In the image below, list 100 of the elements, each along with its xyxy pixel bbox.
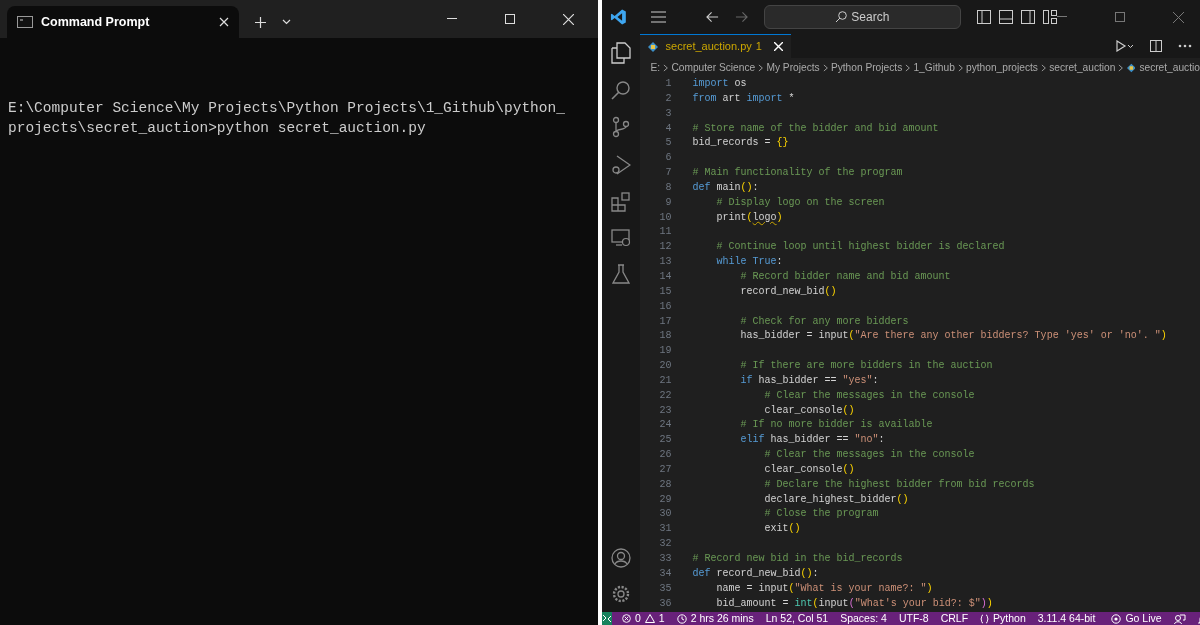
customize-layout-icon[interactable]: [1043, 10, 1057, 24]
braces-icon: [980, 613, 990, 624]
code-line: # Continue loop until highest bidder is declared: [715, 240, 1005, 255]
line-number: 3: [664, 106, 672, 121]
line-number: 7: [664, 166, 672, 181]
breadcrumb-item[interactable]: My Projects: [766, 59, 820, 76]
line-number: 28: [658, 477, 672, 492]
line-number: 12: [658, 240, 672, 255]
settings-icon[interactable]: [610, 584, 631, 604]
terminal-line: projects\secret_auction>python secret_auction.py: [8, 119, 427, 138]
go-live-button[interactable]: Go Live: [1105, 612, 1168, 625]
problems-indicator[interactable]: 0 1: [616, 612, 671, 625]
line-number: 35: [658, 581, 672, 596]
code-line: def main():: [692, 180, 759, 195]
status-item[interactable]: 3.11.4 64-bit: [1031, 612, 1102, 625]
line-number: 15: [658, 284, 672, 299]
breadcrumb-item[interactable]: Python Projects: [830, 59, 903, 76]
code-line: bid_records = {}: [692, 136, 789, 151]
breadcrumb-item[interactable]: E:: [650, 59, 661, 76]
line-number: 34: [658, 566, 672, 581]
line-number: 4: [664, 121, 672, 136]
line-number: 6: [664, 151, 672, 166]
code-line: # Store name of the bidder and bid amount: [692, 121, 939, 136]
line-number: 32: [658, 537, 672, 552]
code-line: declare_highest_bidder(): [763, 492, 909, 507]
line-number: 29: [658, 492, 672, 507]
terminal-line: E:\Computer Science\My Projects\Python Projects\1_Github\python_: [8, 99, 566, 118]
chevron-right-icon: [822, 63, 828, 72]
line-number: 2: [664, 91, 672, 106]
terminal-tab[interactable]: Command Prompt: [7, 6, 239, 38]
language-item[interactable]: Python: [974, 612, 1032, 625]
menu-icon[interactable]: [650, 11, 666, 23]
chevron-right-icon: [758, 63, 764, 72]
flask-icon[interactable]: [611, 264, 630, 284]
code-line: elif has_bidder == "no":: [739, 433, 885, 448]
secondary-sidebar-layout-icon[interactable]: [1021, 10, 1035, 24]
forward-arrow-icon[interactable]: [734, 11, 748, 23]
line-number: 27: [658, 462, 672, 477]
line-number: 13: [658, 255, 672, 270]
code-line: print(logo): [715, 210, 783, 225]
status-item[interactable]: Ln 52, Col 51: [759, 612, 835, 625]
breadcrumb-item[interactable]: python_projects: [966, 59, 1038, 76]
line-number: 18: [658, 329, 672, 344]
app-logo-icon[interactable]: [610, 8, 627, 26]
run-icon[interactable]: [1116, 40, 1134, 52]
breadcrumb-item[interactable]: 1_Github: [913, 59, 955, 76]
code-line: # If there are more bidders in the auction: [739, 359, 993, 374]
tab-title: Command Prompt: [41, 13, 150, 31]
breadcrumb-item[interactable]: Computer Science: [671, 59, 756, 76]
code-line: # Clear the messages in the console: [763, 448, 975, 463]
status-item[interactable]: Spaces: 4: [834, 612, 893, 625]
line-number: 11: [658, 225, 672, 240]
sidebar-layout-icon[interactable]: [977, 10, 991, 24]
terminal-icon: [17, 16, 33, 28]
code-line: # Main functionality of the program: [692, 166, 903, 181]
remote-explorer-icon[interactable]: [610, 228, 631, 248]
code-line: # Record new bid in the bid_records: [692, 552, 903, 566]
source-control-icon[interactable]: [610, 116, 631, 138]
editor-tab[interactable]: secret_auction.py 1: [639, 34, 791, 58]
chevron-right-icon: [1040, 63, 1047, 72]
code-line: has_bidder = input("Are there any other bidders? Type 'yes' or 'no'. "): [739, 329, 1167, 344]
python-file-icon: [1126, 62, 1136, 73]
code-line: clear_console(): [763, 462, 855, 477]
error-icon: [622, 614, 631, 623]
search-field[interactable]: Search: [763, 5, 961, 29]
remote-button[interactable]: [602, 612, 612, 625]
warning-icon: [644, 614, 655, 623]
timer-item[interactable]: 2 hrs 26 mins: [670, 612, 760, 625]
split-editor-icon[interactable]: [1150, 40, 1162, 52]
breadcrumb-item[interactable]: secret_auction: [1049, 59, 1116, 76]
line-number: 36: [658, 596, 672, 611]
search-icon[interactable]: [610, 80, 631, 100]
account-icon[interactable]: [610, 548, 631, 568]
line-number: 22: [658, 388, 672, 403]
more-icon[interactable]: [1178, 44, 1192, 48]
add-icon[interactable]: [255, 16, 266, 28]
line-number: 19: [658, 344, 672, 359]
files-icon[interactable]: [610, 42, 631, 64]
panel-layout-icon[interactable]: [999, 10, 1013, 24]
code-line: from art import *: [692, 91, 795, 106]
broadcast-icon: [1111, 613, 1122, 624]
extensions-icon[interactable]: [610, 192, 631, 212]
code-line: # Display logo on the screen: [715, 195, 885, 210]
chevron-right-icon: [1118, 63, 1124, 72]
run-debug-icon[interactable]: [610, 154, 631, 176]
minimize-icon[interactable]: [447, 18, 457, 20]
back-arrow-icon[interactable]: [705, 11, 719, 23]
code-line: import os: [692, 77, 747, 91]
line-number: 5: [664, 136, 672, 151]
line-number: 24: [658, 418, 672, 433]
breadcrumb-item[interactable]: secret_auctio: [1139, 59, 1200, 76]
line-number: 9: [664, 195, 672, 210]
line-number: 23: [658, 403, 672, 418]
status-item[interactable]: CRLF: [934, 612, 975, 625]
code-line: if has_bidder == "yes":: [739, 373, 879, 388]
chevron-down-icon[interactable]: [282, 19, 291, 25]
code-line: record_new_bid(): [739, 284, 837, 299]
code-line: bid_amount = int(input("What's your bid?: $")): [715, 596, 993, 611]
line-number: 33: [658, 552, 672, 566]
status-item[interactable]: UTF-8: [892, 612, 935, 625]
